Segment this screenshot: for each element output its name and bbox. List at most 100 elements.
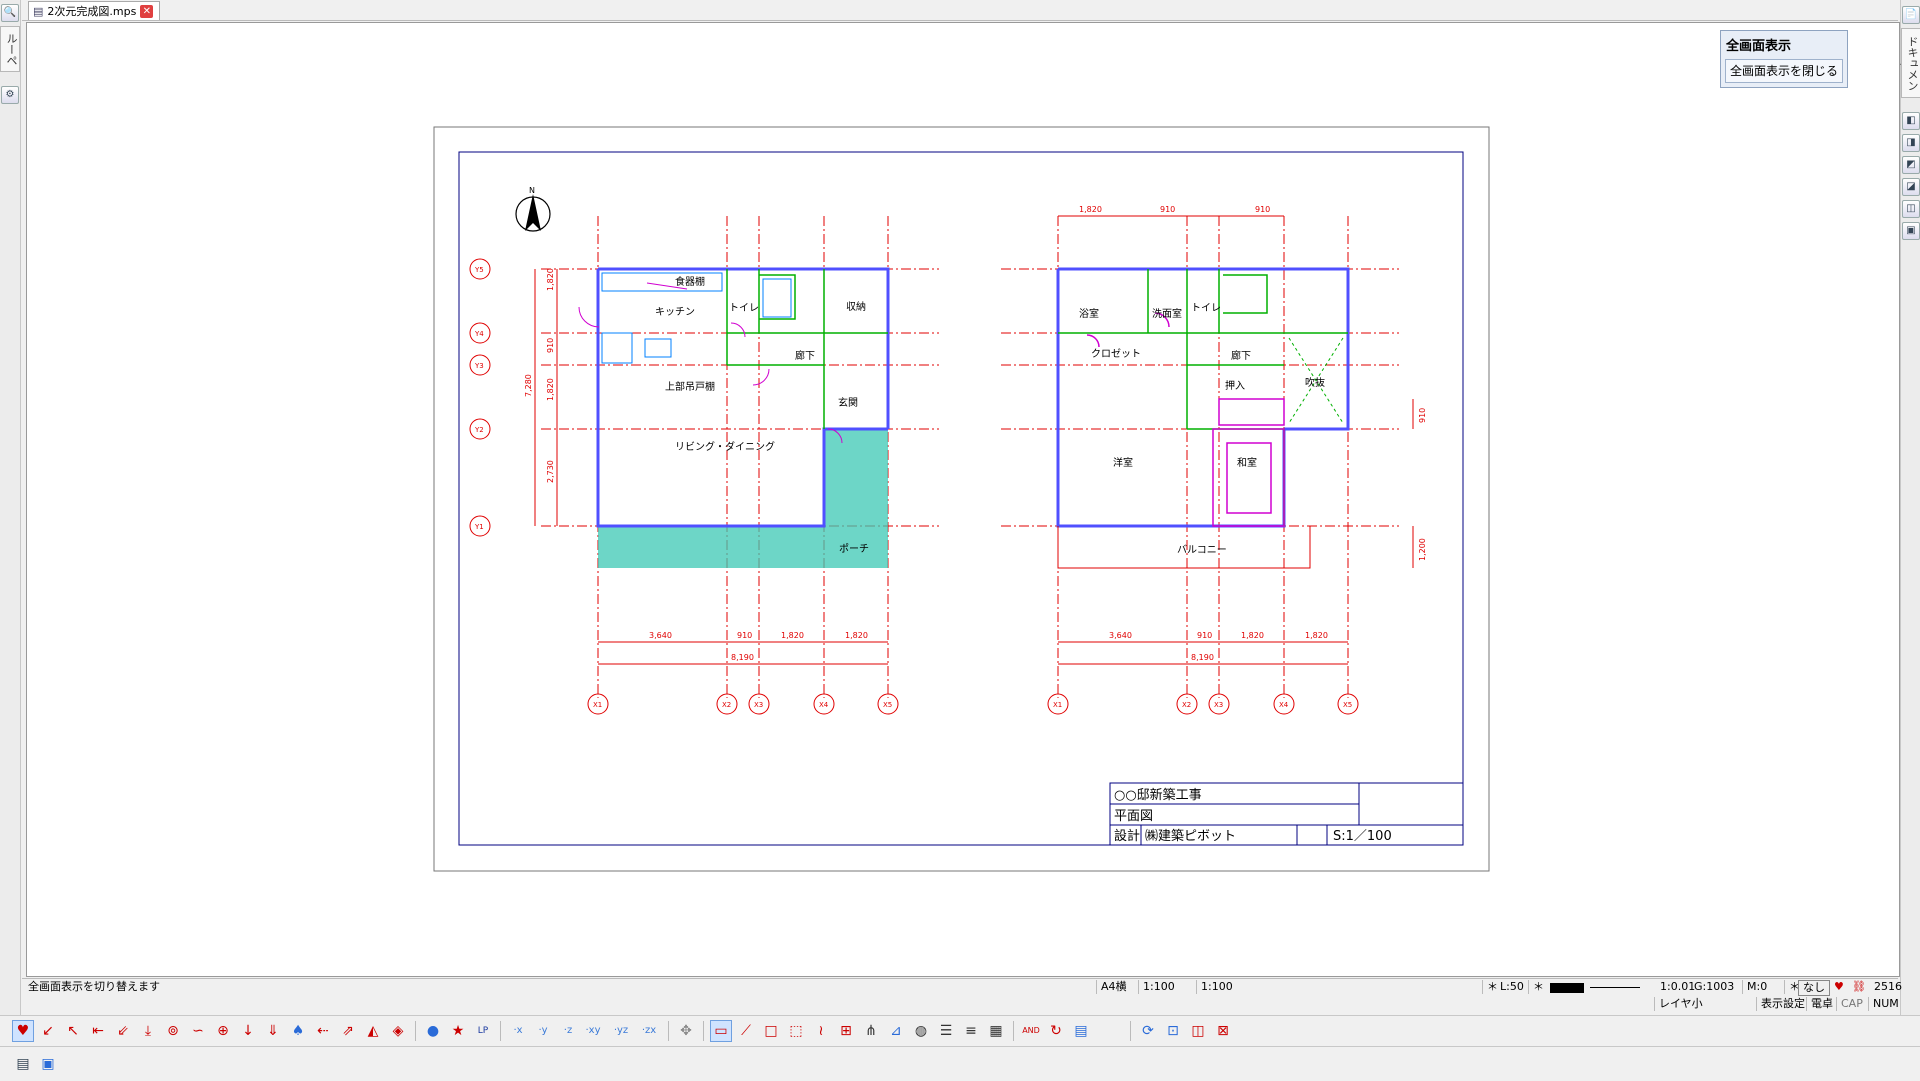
grid-icon[interactable]: ⊞ (835, 1020, 857, 1042)
title-project: ○○邸新築工事 (1114, 787, 1202, 803)
palette-icon-3[interactable]: ◩ (1902, 156, 1920, 174)
label-upper-cabinet: 上部吊戸棚 (665, 380, 715, 393)
room-washroom: 洗面室 (1152, 307, 1182, 320)
fill-icon[interactable]: ◍ (910, 1020, 932, 1042)
status-bar-2: レイヤ小 表示設定 電卓 CAP NUM (22, 996, 1899, 1013)
document-tab-label: 2次元完成図.mps (47, 5, 137, 18)
document-tab[interactable]: ドキュメント (1890, 28, 1920, 98)
palette-icon-6[interactable]: ▣ (1902, 222, 1920, 240)
status-layer[interactable]: L:50 (1496, 980, 1528, 994)
dash-square-icon[interactable]: ⬚ (785, 1020, 807, 1042)
x-axis-icon[interactable]: ·x (507, 1020, 529, 1042)
palette-icon-2[interactable]: ◨ (1902, 134, 1920, 152)
window-icon[interactable]: ▤ (1070, 1020, 1092, 1042)
dim-bottom-2-4: 1,820 (1305, 631, 1328, 640)
dim-top-2: 910 (1160, 205, 1175, 214)
arrow-down3-icon[interactable]: ⇓ (262, 1020, 284, 1042)
curve-icon[interactable]: ∽ (187, 1020, 209, 1042)
line-style-swatch[interactable] (1590, 987, 1640, 988)
document-tab-item[interactable]: ▤ 2次元完成図.mps ✕ (28, 1, 161, 20)
yz-icon[interactable]: ·yz (610, 1020, 632, 1042)
dock-settings-icon[interactable]: ⚙ (1, 86, 19, 104)
move-icon[interactable]: ✥ (675, 1020, 697, 1042)
hatch2-icon[interactable]: ≡ (960, 1020, 982, 1042)
dim-bottom-2: 910 (737, 631, 752, 640)
fullscreen-panel: 全画面表示 全画面表示を閉じる (1720, 30, 1848, 88)
grid2-x5: X5 (1343, 701, 1352, 709)
dim-top-1: 1,820 (1079, 205, 1102, 214)
dim-right-2: 1,200 (1418, 538, 1427, 561)
palette-icon-5[interactable]: ◫ (1902, 200, 1920, 218)
layers-icon[interactable]: ◫ (1187, 1020, 1209, 1042)
line-color-swatch[interactable] (1550, 983, 1584, 993)
palette-icon-1[interactable]: ◧ (1902, 112, 1920, 130)
arrow-nw-icon[interactable]: ↖ (62, 1020, 84, 1042)
curve2-icon[interactable]: ↻ (1045, 1020, 1067, 1042)
dim-top-3: 910 (1255, 205, 1270, 214)
pattern-icon[interactable]: ▦ (985, 1020, 1007, 1042)
loupe-icon[interactable]: 🔍 (1, 4, 19, 22)
star-icon[interactable]: ★ (447, 1020, 469, 1042)
ruler-icon[interactable]: ⊿ (885, 1020, 907, 1042)
grid-y2: Y2 (474, 426, 484, 434)
shape-icon[interactable]: ◭ (362, 1020, 384, 1042)
monitor-icon[interactable]: ▣ (37, 1053, 59, 1075)
room-toilet: トイレ (729, 303, 759, 314)
arrow-ne-icon[interactable]: ⇗ (337, 1020, 359, 1042)
fork-icon[interactable]: ⋔ (860, 1020, 882, 1042)
spade-icon[interactable]: ♠ (287, 1020, 309, 1042)
calculator-button[interactable]: 電卓 (1806, 997, 1837, 1011)
left-dock: 🔍 ルーペ ⚙ (0, 0, 21, 1030)
arrow-w2-icon[interactable]: ⇠ (312, 1020, 334, 1042)
lp-icon[interactable]: LP (472, 1020, 494, 1042)
close-fullscreen-button[interactable]: 全画面表示を閉じる (1725, 59, 1843, 83)
arrow-down2-icon[interactable]: ↓ (237, 1020, 259, 1042)
dim-bottom-2-1: 3,640 (1109, 631, 1132, 640)
link-status-icon[interactable]: ⛓ (1848, 980, 1870, 994)
object-icon[interactable]: ◈ (387, 1020, 409, 1042)
heart-icon[interactable]: ♥ (12, 1020, 34, 1042)
arrow-w-icon[interactable]: ⇤ (87, 1020, 109, 1042)
palette-icon-4[interactable]: ◪ (1902, 178, 1920, 196)
drawing-toolbar: ♥ ↙ ↖ ⇤ ⇙ ⤓ ⊚ ∽ ⊕ ↓ ⇓ ♠ ⇠ ⇗ ◭ ◈ ● ★ LP ·… (0, 1015, 1920, 1046)
room-hall: 廊下 (795, 349, 815, 362)
status-layer-name[interactable]: レイヤ小 (1654, 997, 1707, 1011)
close-icon[interactable]: ✕ (140, 4, 154, 18)
line-icon[interactable]: ⟋ (735, 1020, 757, 1042)
room-balcony: バルコニー (1177, 544, 1227, 556)
and-icon[interactable]: AND (1020, 1020, 1042, 1042)
zoom-icon[interactable]: ⊡ (1162, 1020, 1184, 1042)
status-none[interactable]: なし (1798, 980, 1830, 996)
heart-status-icon[interactable]: ♥ (1830, 980, 1848, 994)
title-design-label: 設計 (1114, 828, 1140, 844)
square-icon[interactable]: □ (760, 1020, 782, 1042)
hatch1-icon[interactable]: ☰ (935, 1020, 957, 1042)
drop-icon[interactable]: ● (422, 1020, 444, 1042)
pin-icon[interactable]: ⊚ (162, 1020, 184, 1042)
grid-x5: X5 (883, 701, 892, 709)
list-icon[interactable]: ▤ (12, 1053, 34, 1075)
select-rect-icon[interactable]: ▭ (710, 1020, 732, 1042)
dim-bottom-1: 3,640 (649, 631, 672, 640)
zx-icon[interactable]: ·zx (638, 1020, 660, 1042)
xy-icon[interactable]: ·xy (582, 1020, 604, 1042)
drawing-canvas[interactable]: N 食器棚 キッチン トイレ 収納 廊下 上部吊戸棚 玄関 リビング・ダイニング… (26, 22, 1900, 977)
z-axis-icon[interactable]: ·z (557, 1020, 579, 1042)
grid-y5: Y5 (474, 266, 484, 274)
display-settings-button[interactable]: 表示設定 (1756, 997, 1809, 1011)
north-label: N (529, 186, 535, 195)
loupe-tab[interactable]: ルーペ (0, 26, 20, 72)
toolbar-separator (500, 1021, 501, 1041)
arrow-sw-icon[interactable]: ↙ (37, 1020, 59, 1042)
arrow-down-icon[interactable]: ⤓ (137, 1020, 159, 1042)
wave-icon[interactable]: ≀ (810, 1020, 832, 1042)
room-western: 洋室 (1113, 456, 1133, 469)
arrow-sw2-icon[interactable]: ⇙ (112, 1020, 134, 1042)
grid-x4: X4 (819, 701, 829, 709)
y-axis-icon[interactable]: ·y (532, 1020, 554, 1042)
document-tab-bar: ▤ 2次元完成図.mps ✕ (22, 0, 1898, 21)
cycle-icon[interactable]: ⟳ (1137, 1020, 1159, 1042)
net-icon[interactable]: ⊠ (1212, 1020, 1234, 1042)
document-icon[interactable]: 📄 (1902, 6, 1920, 24)
crosshair-icon[interactable]: ⊕ (212, 1020, 234, 1042)
